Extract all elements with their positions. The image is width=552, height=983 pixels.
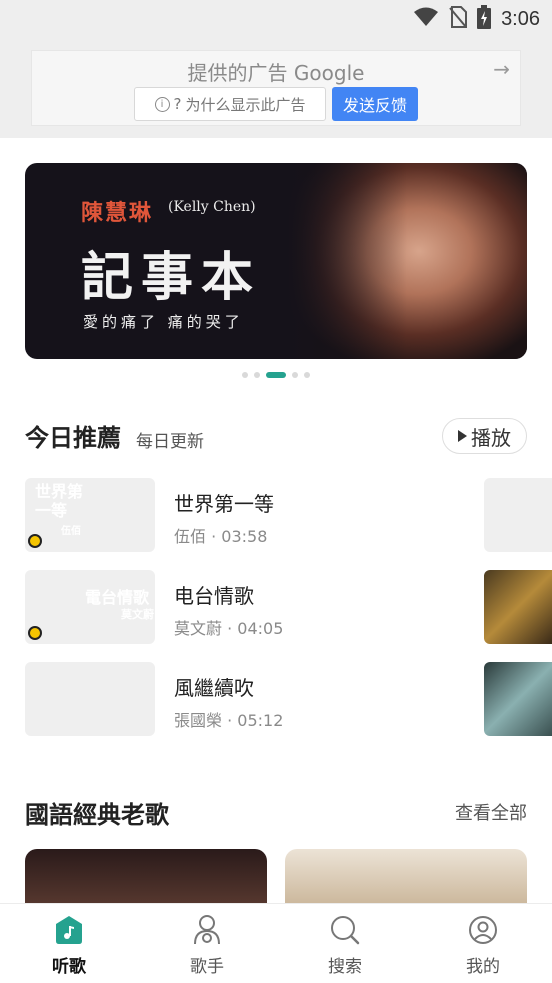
carousel-dot[interactable] <box>304 372 310 378</box>
nav-label: 听歌 <box>52 957 86 977</box>
send-feedback-button[interactable]: 发送反馈 <box>332 87 418 121</box>
carousel-indicator <box>0 372 552 378</box>
carousel-banner[interactable]: 陳慧琳 (Kelly Chen) 記事本 愛的痛了 痛的哭了 <box>25 163 527 359</box>
song-name: 風繼續吹 <box>174 676 254 700</box>
nav-label: 搜索 <box>328 957 362 977</box>
question-mark: ? <box>173 95 182 113</box>
song-meta: 伍佰 · 03:58 <box>174 527 268 546</box>
bottom-nav: 听歌 歌手 搜索 我的 <box>0 903 552 983</box>
music-note-icon <box>53 914 85 946</box>
banner-photo <box>287 163 527 359</box>
nav-item-listen[interactable]: 听歌 <box>0 904 138 983</box>
daily-section-title: 今日推薦 <box>25 424 121 452</box>
carousel-dot-active[interactable] <box>266 372 286 378</box>
song-name: 世界第一等 <box>174 492 274 516</box>
status-bar: 3:06 <box>0 0 552 38</box>
why-this-ad-button[interactable]: i ? 为什么显示此广告 <box>134 87 326 121</box>
nav-item-search[interactable]: 搜索 <box>276 904 414 983</box>
play-all-label: 播放 <box>471 425 511 450</box>
next-page-thumb[interactable] <box>484 570 552 644</box>
song-name: 电台情歌 <box>174 584 254 608</box>
daily-section-subtitle: 每日更新 <box>136 432 204 452</box>
no-sim-icon <box>449 6 468 32</box>
banner-artist-en: (Kelly Chen) <box>168 199 256 215</box>
play-all-button[interactable]: 播放 <box>442 418 527 454</box>
next-page-thumb[interactable] <box>484 478 552 552</box>
profile-icon <box>467 914 499 946</box>
ad-title: 提供的广告 Google <box>187 61 365 85</box>
playlist-card[interactable] <box>285 849 527 909</box>
battery-charging-icon <box>477 5 492 33</box>
song-cover: 電台情歌 莫文蔚 <box>25 570 155 644</box>
ad-box[interactable]: 提供的广告 Google → i ? 为什么显示此广告 发送反馈 <box>31 50 521 126</box>
nav-label: 我的 <box>466 957 500 977</box>
singer-icon <box>191 914 223 946</box>
info-icon: i <box>154 96 170 112</box>
carousel-dot[interactable] <box>242 372 248 378</box>
banner-album: 記事本 <box>81 247 262 308</box>
nav-item-mine[interactable]: 我的 <box>414 904 552 983</box>
see-all-link[interactable]: 查看全部 <box>455 799 527 825</box>
ad-banner[interactable]: 提供的广告 Google → i ? 为什么显示此广告 发送反馈 <box>0 38 552 138</box>
search-icon <box>329 914 361 946</box>
classics-section-title: 國語經典老歌 <box>25 801 169 829</box>
play-icon <box>458 430 467 442</box>
playlist-card[interactable] <box>25 849 267 909</box>
arrow-right-icon[interactable]: → <box>493 57 510 81</box>
song-row[interactable]: 風繼續吹 張國榮 · 05:12 <box>25 662 475 736</box>
song-cover: 世界第一等 伍佰 <box>25 478 155 552</box>
banner-artist: 陳慧琳 <box>81 200 154 226</box>
song-meta: 張國榮 · 05:12 <box>174 711 284 730</box>
cover-subtitle: 伍佰 <box>61 526 81 537</box>
nav-item-singer[interactable]: 歌手 <box>138 904 276 983</box>
wifi-icon <box>413 7 439 31</box>
carousel-dot[interactable] <box>292 372 298 378</box>
carousel-dot[interactable] <box>254 372 260 378</box>
nav-label: 歌手 <box>190 957 224 977</box>
cover-badge <box>28 534 42 548</box>
next-page-thumb[interactable] <box>484 662 552 736</box>
song-row[interactable]: 電台情歌 莫文蔚 电台情歌 莫文蔚 · 04:05 <box>25 570 475 644</box>
status-time: 3:06 <box>501 7 540 30</box>
cover-subtitle: 莫文蔚 <box>121 608 154 621</box>
song-meta: 莫文蔚 · 04:05 <box>174 619 284 638</box>
song-row[interactable]: 世界第一等 伍佰 世界第一等 伍佰 · 03:58 <box>25 478 475 552</box>
why-this-ad-label: 为什么显示此广告 <box>185 95 306 114</box>
song-cover-placeholder <box>25 662 155 736</box>
cover-title: 電台情歌 <box>85 588 150 607</box>
cover-badge <box>28 626 42 640</box>
cover-title: 世界第一等 <box>35 482 84 520</box>
banner-lyric: 愛的痛了 痛的哭了 <box>83 313 244 331</box>
